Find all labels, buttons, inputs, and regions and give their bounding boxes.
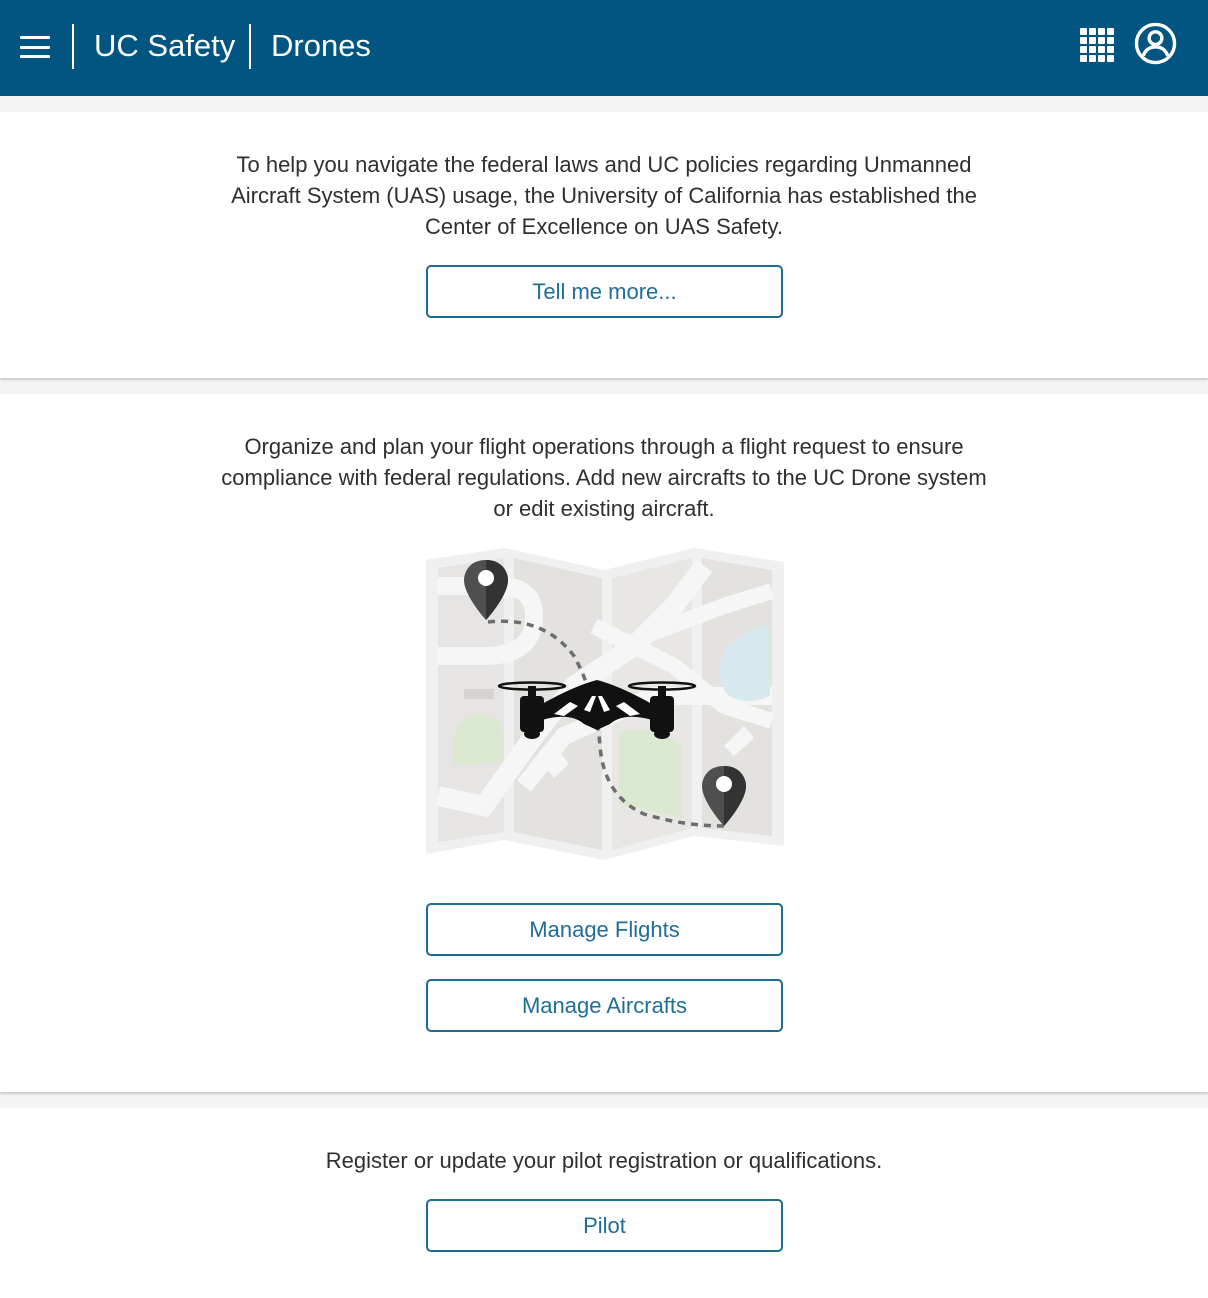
- top-app-bar: UC Safety Drones: [0, 0, 1208, 96]
- operations-text-line: compliance with federal regulations. Add…: [221, 465, 987, 490]
- operations-text: Organize and plan your flight operations…: [0, 431, 1208, 524]
- manage-flights-button[interactable]: Manage Flights: [426, 903, 783, 956]
- pilot-text: Register or update your pilot registrati…: [325, 1148, 883, 1173]
- pilot-button[interactable]: Pilot: [426, 1199, 783, 1252]
- user-account-icon[interactable]: [1134, 22, 1177, 65]
- intro-text-line: To help you navigate the federal laws an…: [236, 152, 972, 177]
- intro-text-line: Aircraft System (UAS) usage, the Univers…: [231, 183, 977, 208]
- tell-me-more-button[interactable]: Tell me more...: [426, 265, 783, 318]
- hamburger-menu-icon[interactable]: [20, 36, 50, 58]
- drone-flight-map-illustration: [424, 546, 786, 862]
- operations-text-line: Organize and plan your flight operations…: [244, 434, 964, 459]
- manage-aircrafts-button[interactable]: Manage Aircrafts: [426, 979, 783, 1032]
- section-title[interactable]: Drones: [271, 26, 371, 66]
- apps-grid-icon[interactable]: [1080, 28, 1114, 62]
- operations-text-line: or edit existing aircraft.: [493, 496, 715, 521]
- header-divider: [72, 24, 74, 69]
- intro-text: To help you navigate the federal laws an…: [0, 149, 1208, 242]
- operations-card: Organize and plan your flight operations…: [0, 394, 1208, 1092]
- intro-text-line: Center of Excellence on UAS Safety.: [425, 214, 783, 239]
- pilot-card: Register or update your pilot registrati…: [0, 1108, 1208, 1298]
- app-title[interactable]: UC Safety: [94, 26, 235, 66]
- intro-card: To help you navigate the federal laws an…: [0, 112, 1208, 378]
- header-divider: [249, 24, 251, 69]
